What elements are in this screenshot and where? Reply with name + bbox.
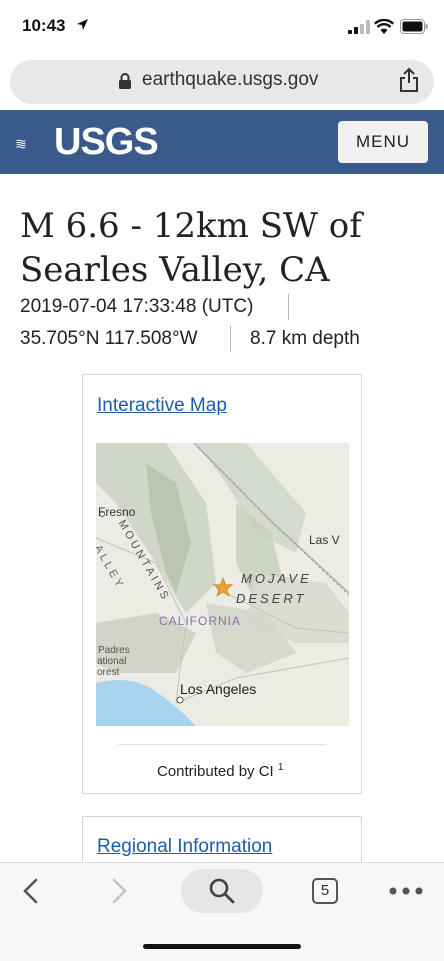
- divider: [230, 326, 231, 352]
- search-icon[interactable]: [208, 877, 236, 905]
- battery-icon: [400, 19, 428, 34]
- url-text[interactable]: earthquake.usgs.gov: [142, 69, 318, 91]
- map-label-padres-2: ational: [97, 656, 127, 667]
- status-time: 10:43: [22, 16, 66, 35]
- map-credit-ref[interactable]: 1: [278, 762, 284, 773]
- map-label-padres-3: orest: [97, 667, 120, 678]
- forward-arrow-icon[interactable]: [106, 876, 132, 906]
- map-label-padres-1: Padres: [98, 645, 130, 656]
- location-arrow-icon: [77, 19, 88, 30]
- event-time: 2019-07-04 17:33:48 (UTC): [20, 296, 254, 317]
- usgs-logo-text[interactable]: USGS: [54, 121, 159, 164]
- divider: [118, 744, 326, 745]
- map-label-los-angeles: Los Angeles: [180, 681, 257, 697]
- map-label-mojave: MOJAVE: [241, 571, 312, 586]
- more-options-icon[interactable]: [388, 886, 424, 896]
- regional-information-link[interactable]: Regional Information: [97, 836, 272, 858]
- map-credit-text: Contributed by CI: [157, 763, 274, 780]
- tabs-button[interactable]: 5: [312, 878, 338, 904]
- wifi-icon: [374, 19, 394, 34]
- event-coordinates: 35.705°N 117.508°W: [20, 328, 198, 349]
- map-label-desert: DESERT: [236, 591, 307, 606]
- share-icon[interactable]: [398, 67, 420, 93]
- map-credit: Contributed by CI 1: [157, 762, 283, 780]
- page-title: M 6.6 - 12km SW of Searles Valley, CA: [20, 206, 362, 290]
- event-depth: 8.7 km depth: [250, 328, 360, 349]
- home-indicator[interactable]: [143, 944, 301, 949]
- usgs-logo-icon[interactable]: [16, 124, 52, 164]
- map-label-fresno: Fresno: [98, 505, 136, 519]
- lock-icon: [119, 73, 131, 89]
- map-label-las-vegas: Las V: [309, 533, 340, 547]
- cell-signal-icon: [348, 20, 370, 34]
- map-thumbnail[interactable]: Fresno Las V MOJAVE DESERT CALIFORNIA MO…: [96, 443, 349, 726]
- menu-button[interactable]: MENU: [338, 121, 428, 163]
- interactive-map-link[interactable]: Interactive Map: [97, 395, 227, 417]
- back-arrow-icon[interactable]: [18, 876, 44, 906]
- map-label-california: CALIFORNIA: [159, 614, 242, 628]
- divider: [288, 294, 289, 320]
